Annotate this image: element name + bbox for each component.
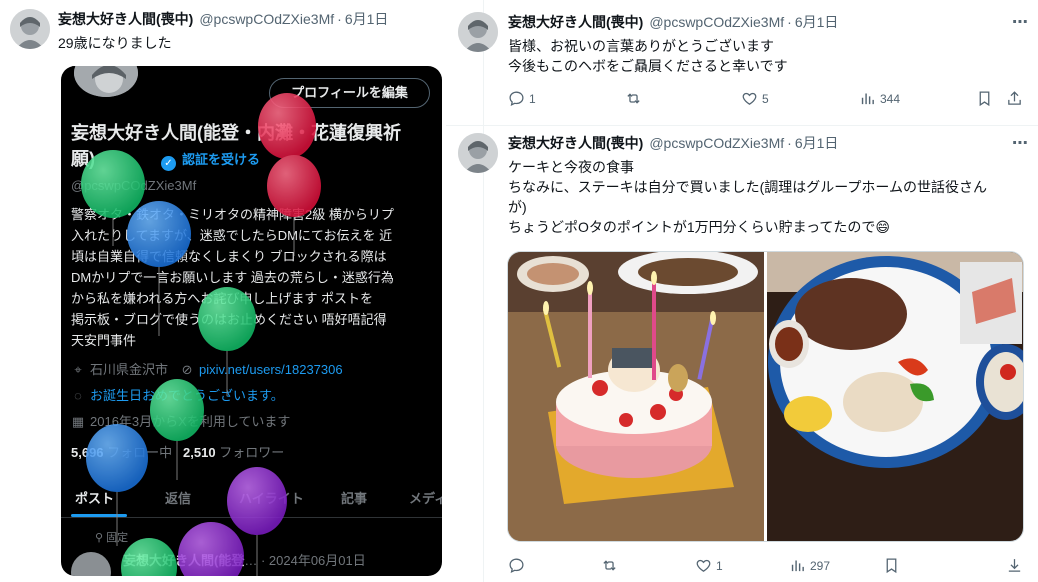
cake-photo [508, 252, 764, 541]
edit-profile-button: プロフィールを編集 [269, 78, 430, 108]
avatar[interactable] [458, 12, 498, 52]
retweet-icon [627, 93, 640, 104]
profile-avatar [71, 66, 141, 100]
column-divider [483, 0, 484, 582]
avatar[interactable] [10, 9, 50, 49]
pinned-label: ⚲ 固定 [95, 532, 129, 544]
tweet-date[interactable]: 6月1日 [795, 14, 839, 30]
author-name[interactable]: 妄想大好き人間(喪中) [508, 135, 643, 151]
more-icon[interactable]: ⋯ [1012, 133, 1028, 153]
check-badge-icon: ✓ [161, 156, 176, 171]
tab-articles: 記事 [341, 491, 368, 506]
share-button[interactable] [1006, 90, 1023, 107]
tab-divider [61, 517, 442, 518]
reply-button[interactable] [508, 557, 529, 574]
reply-icon [509, 91, 524, 107]
profile-location: ⌖ 石川県金沢市 ⊘ pixiv.net/users/18237306 [71, 359, 342, 378]
tweet-header: 妄想大好き人間(喪中) @pcswpCOdZXie3Mf · 6月1日 [58, 10, 388, 28]
heart-icon [696, 559, 711, 572]
author-handle[interactable]: @pcswpCOdZXie3Mf [199, 11, 334, 27]
tweet-date[interactable]: 6月1日 [345, 11, 389, 27]
link-icon: ⊘ [181, 362, 193, 377]
balloon-icon: ◌ [74, 388, 82, 403]
profile-birthday: ◌ お誕生日おめでとうございます。 [71, 385, 284, 404]
tab-highlights: ハイライト [239, 491, 304, 506]
reply-icon [509, 558, 524, 574]
more-icon[interactable]: ⋯ [1012, 12, 1028, 32]
retweet-icon [603, 560, 616, 571]
pinned-avatar [71, 552, 111, 576]
pinned-post-header: 妄想大好き人間(能登… · 2024年06月01日 [123, 553, 366, 568]
tweet-text: 29歳になりました [58, 35, 172, 51]
separator-dot: · [787, 14, 792, 30]
profile-screenshot-image[interactable]: プロフィールを編集 妄想大好き人間(能登・内灘・花蓮復興祈願) ✓ 認証を受ける … [61, 66, 442, 576]
verify-link: ✓ 認証を受ける [161, 149, 260, 171]
tweet-date[interactable]: 6月1日 [795, 135, 839, 151]
tweet-header: 妄想大好き人間(喪中) @pcswpCOdZXie3Mf · 6月1日 [508, 13, 838, 31]
author-name[interactable]: 妄想大好き人間(喪中) [508, 14, 643, 30]
profile-joined: ▦ 2016年3月からXを利用しています [71, 414, 291, 429]
reply-button[interactable]: 1 [508, 90, 536, 107]
profile-handle: @pcswpCOdZXie3Mf [71, 178, 197, 193]
profile-bio: 警察オタ・鉄オタ・ミリオタの精神障害2級 横からリプ 入れたりしてますが、迷惑で… [71, 207, 394, 348]
bookmark-icon [979, 91, 990, 107]
tab-posts: ポスト [75, 491, 115, 506]
food-photos[interactable] [507, 251, 1024, 542]
bookmark-button[interactable] [883, 557, 900, 574]
tweet-text: ケーキと今夜の食事 ちなみに、ステーキは自分で買いました(調理はグループホームの… [508, 159, 987, 235]
retweet-button[interactable] [601, 557, 622, 574]
steak-photo [767, 252, 1023, 541]
separator-dot: · [337, 11, 342, 27]
share-icon [1008, 91, 1021, 105]
tab-replies: 返信 [165, 491, 192, 506]
views-button[interactable]: 297 [789, 557, 830, 574]
tweet-header: 妄想大好き人間(喪中) @pcswpCOdZXie3Mf · 6月1日 [508, 134, 838, 152]
bookmark-button[interactable] [976, 90, 993, 107]
share-button[interactable] [1006, 557, 1023, 574]
author-handle[interactable]: @pcswpCOdZXie3Mf [649, 14, 784, 30]
chart-icon [791, 560, 804, 572]
like-button[interactable]: 5 [741, 90, 769, 107]
location-pin-icon: ⌖ [74, 362, 82, 377]
author-handle[interactable]: @pcswpCOdZXie3Mf [649, 135, 784, 151]
tweet-divider [446, 125, 1038, 126]
profile-tabs: ポスト 返信 ハイライト 記事 メディ [61, 484, 442, 514]
download-icon [1008, 559, 1021, 572]
calendar-icon: ▦ [71, 414, 85, 429]
retweet-button[interactable] [625, 90, 646, 107]
pin-icon: ⚲ [95, 532, 104, 544]
avatar[interactable] [458, 133, 498, 173]
separator-dot: · [787, 135, 792, 151]
grinning-face-icon: 😄 [875, 219, 891, 235]
like-button[interactable]: 1 [695, 557, 723, 574]
views-button[interactable]: 344 [859, 90, 900, 107]
tab-media: メディ [409, 491, 442, 506]
bookmark-icon [886, 558, 897, 574]
chart-icon [861, 93, 874, 105]
tweet-text: 皆様、お祝いの言葉ありがとうございます 今後もこのヘボをご贔屓くださると幸いです [508, 38, 788, 74]
author-name[interactable]: 妄想大好き人間(喪中) [58, 11, 193, 27]
profile-follow-counts: 5,696 フォロー中 2,510 フォロワー [71, 445, 285, 460]
heart-icon [742, 92, 757, 105]
